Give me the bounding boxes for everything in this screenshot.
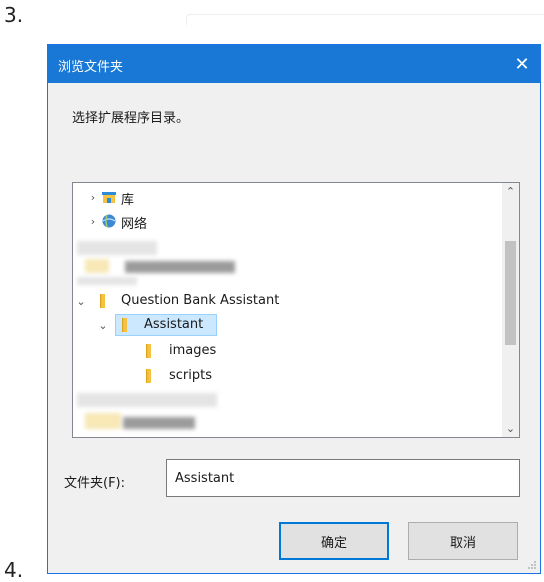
chevron-down-icon[interactable]: ⌄ xyxy=(75,289,87,313)
chevron-right-icon[interactable]: › xyxy=(87,209,99,233)
chevron-right-icon[interactable]: › xyxy=(87,185,99,209)
browse-folder-dialog: 浏览文件夹 ✕ 选择扩展程序目录。 › 库 › 网络 ⌄ Question Ba… xyxy=(47,44,541,574)
tree-item-images[interactable]: images xyxy=(73,339,493,363)
redacted-row xyxy=(85,259,109,273)
folder-icon xyxy=(100,294,105,308)
redacted-row xyxy=(77,393,217,407)
tree-item-label: 库 xyxy=(121,193,135,208)
ok-button[interactable]: 确定 xyxy=(279,522,389,560)
chevron-down-icon[interactable]: ⌄ xyxy=(97,313,109,337)
redacted-row xyxy=(85,413,121,429)
scroll-down-icon[interactable]: ⌄ xyxy=(502,420,519,437)
folder-field[interactable] xyxy=(166,459,520,497)
tree-item-label: Question Bank Assistant xyxy=(121,293,280,308)
tree-item-assistant[interactable]: ⌄ Assistant xyxy=(73,313,493,337)
redacted-row xyxy=(125,261,235,273)
resize-grip-icon[interactable] xyxy=(527,560,537,570)
step-number-4: 4. xyxy=(4,558,24,582)
cancel-button[interactable]: 取消 xyxy=(408,522,518,560)
tree-item-label: Assistant xyxy=(144,317,204,332)
redacted-row xyxy=(123,417,195,429)
folder-icon xyxy=(122,318,127,332)
tree-item-library[interactable]: › 库 xyxy=(73,185,493,209)
title-bar: 浏览文件夹 ✕ xyxy=(48,45,540,83)
background-panel-edge xyxy=(186,14,544,25)
tree-item-question-bank-assistant[interactable]: ⌄ Question Bank Assistant xyxy=(73,289,493,313)
tree-item-label: scripts xyxy=(169,368,212,383)
vertical-scrollbar[interactable]: ⌃ ⌄ xyxy=(502,183,519,437)
library-icon xyxy=(102,192,116,203)
tree-item-label: images xyxy=(169,343,217,358)
dialog-prompt: 选择扩展程序目录。 xyxy=(72,111,190,126)
close-button[interactable]: ✕ xyxy=(504,45,540,83)
folder-field-label: 文件夹(F): xyxy=(64,476,126,491)
folder-icon xyxy=(146,369,151,383)
tree-item-scripts[interactable]: scripts xyxy=(73,364,493,388)
tree-item-network[interactable]: › 网络 xyxy=(73,209,493,233)
scroll-up-icon[interactable]: ⌃ xyxy=(502,183,519,200)
step-number-3: 3. xyxy=(4,3,24,27)
dialog-title: 浏览文件夹 xyxy=(58,60,124,75)
redacted-row xyxy=(77,241,157,255)
network-icon xyxy=(102,214,116,228)
folder-icon xyxy=(146,344,151,358)
folder-tree[interactable]: › 库 › 网络 ⌄ Question Bank Assistant ⌄ Ass… xyxy=(72,182,520,438)
redacted-row xyxy=(77,277,137,285)
close-icon: ✕ xyxy=(514,53,530,75)
tree-item-label: 网络 xyxy=(121,217,148,232)
scrollbar-thumb[interactable] xyxy=(505,241,516,345)
